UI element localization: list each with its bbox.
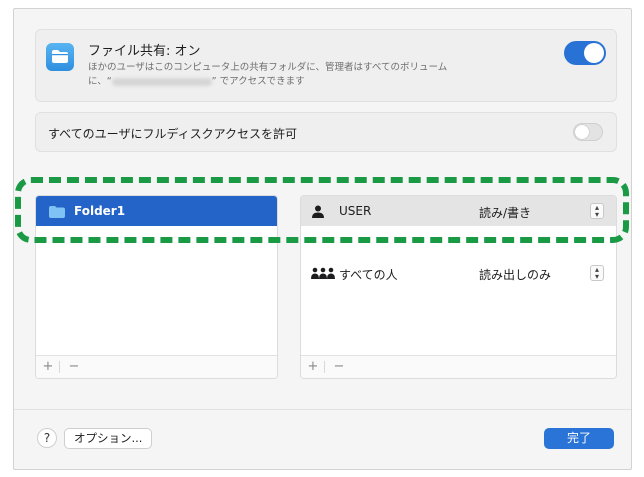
description-line1: ほかのユーザはこのコンピュータ上の共有フォルダに、管理者はすべてのボリューム <box>88 62 448 73</box>
footer-divider <box>14 409 631 410</box>
file-sharing-description: ほかのユーザはこのコンピュータ上の共有フォルダに、管理者はすべてのボリューム に… <box>88 61 528 89</box>
user-row[interactable]: すべての人 読み出しのみ ▴ ▾ <box>301 258 616 288</box>
user-name: すべての人 <box>339 268 398 282</box>
options-button[interactable]: オプション... <box>64 428 153 449</box>
footer-divider <box>324 361 325 373</box>
blurred-address <box>111 77 212 86</box>
done-button[interactable]: 完了 <box>544 428 614 449</box>
shared-folders-footer: + − <box>36 355 277 378</box>
annotation-highlight <box>15 177 629 243</box>
add-folder-button[interactable]: + <box>41 359 55 374</box>
full-disk-access-card: すべてのユーザにフルディスクアクセスを許可 <box>35 112 617 152</box>
remove-user-button[interactable]: − <box>332 359 346 374</box>
permission-stepper-icon[interactable]: ▴ ▾ <box>590 265 604 281</box>
remove-folder-button[interactable]: − <box>67 359 81 374</box>
file-sharing-card: ファイル共有: オン ほかのユーザはこのコンピュータ上の共有フォルダに、管理者は… <box>35 29 617 102</box>
users-footer: + − <box>301 355 616 378</box>
user-permission[interactable]: 読み出しのみ <box>479 266 551 283</box>
help-button[interactable]: ? <box>37 428 57 448</box>
file-sharing-toggle[interactable] <box>564 41 606 65</box>
folder-app-icon <box>46 43 74 71</box>
full-disk-access-label: すべてのユーザにフルディスクアクセスを許可 <box>48 127 298 141</box>
toggle-knob <box>584 43 604 63</box>
description-suffix: ” でアクセスできます <box>211 76 305 87</box>
file-sharing-title: ファイル共有: オン <box>88 44 201 59</box>
toggle-knob <box>575 125 589 139</box>
footer-divider <box>59 361 60 373</box>
add-user-button[interactable]: + <box>306 359 320 374</box>
group-icon <box>311 267 335 279</box>
description-prefix: に、“ <box>88 76 112 87</box>
full-disk-access-toggle[interactable] <box>573 123 603 141</box>
